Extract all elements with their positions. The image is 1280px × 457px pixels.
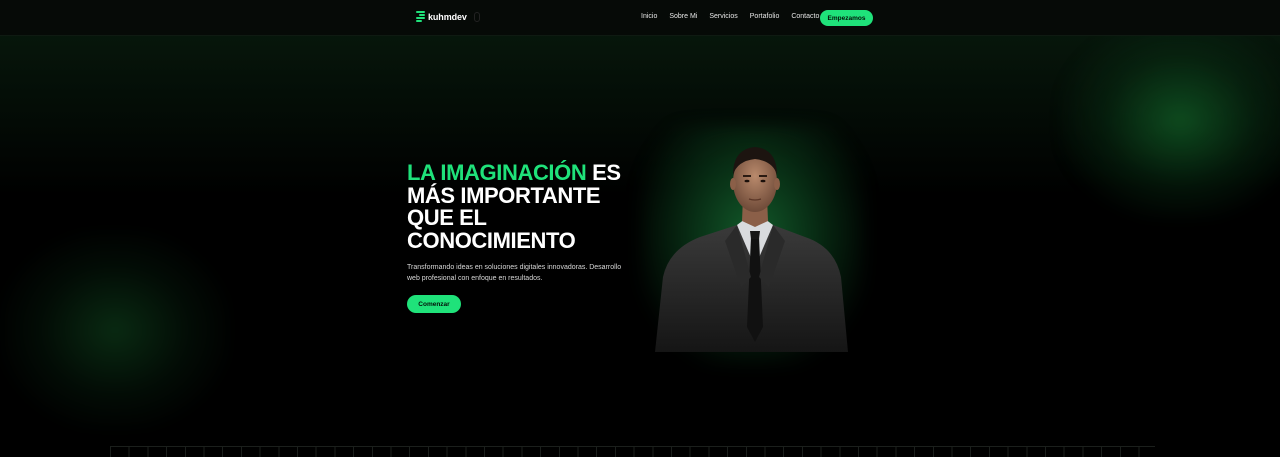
nav-item-servicios[interactable]: Servicios bbox=[709, 13, 737, 20]
nav-item-contacto[interactable]: Contacto bbox=[791, 13, 819, 20]
empezamos-button[interactable]: Empezamos bbox=[820, 10, 873, 26]
site-header: kuhmdev Inicio Sobre Mi Servicios Portaf… bbox=[0, 0, 1280, 36]
logo-ornament-icon bbox=[473, 12, 480, 22]
hero-subtitle: Transformando ideas en soluciones digita… bbox=[407, 264, 622, 282]
hero-headline: LA IMAGINACIÓN ES MÁS IMPORTANTE QUE EL … bbox=[407, 160, 647, 252]
brand-logo[interactable]: kuhmdev bbox=[416, 10, 480, 24]
nav-item-portafolio[interactable]: Portafolio bbox=[750, 13, 780, 20]
background-glow-left bbox=[0, 230, 230, 430]
nav-item-inicio[interactable]: Inicio bbox=[641, 13, 657, 20]
main-nav: Inicio Sobre Mi Servicios Portafolio Con… bbox=[641, 13, 831, 20]
background-glow-right bbox=[1060, 20, 1280, 220]
bottom-grid-divider bbox=[110, 446, 1155, 457]
nav-item-sobre-mi[interactable]: Sobre Mi bbox=[669, 13, 697, 20]
logo-icon bbox=[416, 11, 425, 23]
brand-name: kuhmdev bbox=[428, 12, 467, 22]
portrait-image bbox=[655, 147, 848, 352]
comenzar-button[interactable]: Comenzar bbox=[407, 295, 461, 313]
hero-headline-accent: LA IMAGINACIÓN bbox=[407, 160, 587, 185]
